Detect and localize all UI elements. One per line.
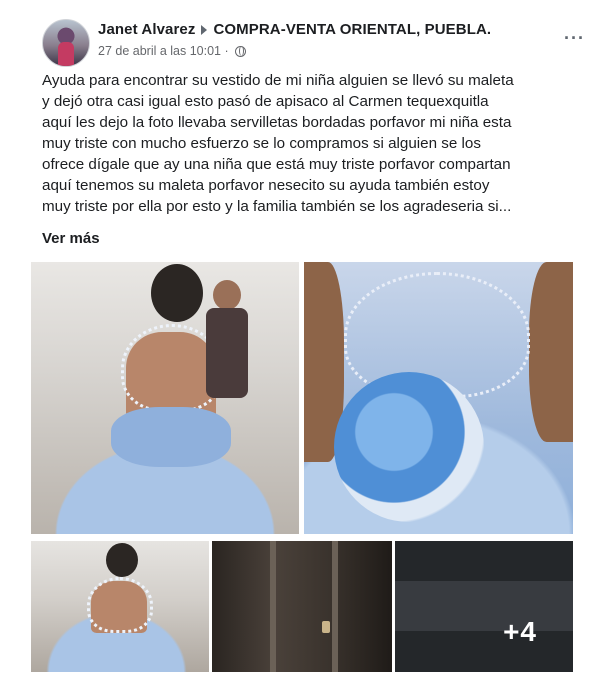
person-head-shape [213,280,241,310]
facebook-post: Janet Alvarez COMPRA-VENTA ORIENTAL, PUEB… [0,0,603,675]
photo-suitcase[interactable] [212,541,392,672]
bow-shape [111,407,231,467]
person-body-shape [206,308,248,398]
triangle-right-icon [201,25,208,36]
post-text-line: ofrece dígale que ay una niña que está m… [42,156,511,173]
bouquet-shape [334,372,484,522]
author-name[interactable]: Janet Alvarez [98,21,195,38]
post-text-line: aquí les dejo la foto llevaba servilleta… [42,114,512,131]
timestamp[interactable]: 27 de abril a las 10:01 [98,44,221,58]
post-header: Janet Alvarez COMPRA-VENTA ORIENTAL, PUEB… [42,12,589,67]
globe-icon [235,46,247,57]
post-text-line: muy triste con mucho esfuerzo se lo comp… [42,135,481,152]
photo-dress-back-small[interactable] [31,541,209,672]
seam-shape [270,541,276,672]
meta-separator: · [224,44,229,58]
post-text-line: Ayuda para encontrar su vestido de mi ni… [42,72,514,89]
post-text: Ayuda para encontrar su vestido de mi ni… [42,70,582,217]
seam-shape [332,541,338,672]
lace-shape [87,577,153,633]
arm-shape [529,262,573,442]
zipper-shape [322,621,330,633]
group-name[interactable]: COMPRA-VENTA ORIENTAL, PUEBLA. [213,21,491,38]
post-text-line: y dejó otra casi igual esto pasó de apis… [42,93,489,110]
author-line: Janet Alvarez COMPRA-VENTA ORIENTAL, PUEB… [98,21,491,38]
photo-more[interactable]: +4 [395,541,573,672]
ellipsis-icon[interactable]: ··· [564,28,585,49]
post-text-line: muy triste por ella por esto y la famili… [42,198,512,215]
photo-dress-back[interactable] [31,262,299,534]
hair-shape [106,543,138,577]
hair-shape [151,264,203,322]
post-meta: 27 de abril a las 10:01 · [98,44,247,58]
photo-dress-bouquet[interactable] [304,262,573,534]
more-photos-count: +4 [503,616,537,647]
avatar[interactable] [42,19,90,67]
see-more-link[interactable]: Ver más [42,230,100,247]
more-photos-overlay[interactable]: +4 [395,541,573,672]
post-text-line: aquí tenemos su maleta porfavor nesecito… [42,177,490,194]
